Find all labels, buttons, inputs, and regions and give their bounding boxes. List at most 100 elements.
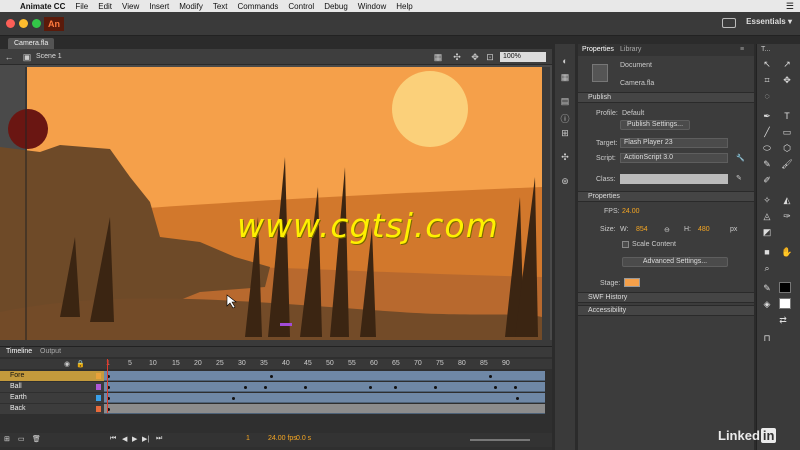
section-properties[interactable]: Properties <box>578 191 754 202</box>
snap-magnet-icon[interactable]: ⊓ <box>761 332 773 344</box>
layer-eye-icon[interactable]: ◉ <box>64 360 70 368</box>
script-select[interactable]: ActionScript 3.0 <box>620 153 728 163</box>
menu-app-name[interactable]: Animate CC <box>20 2 65 11</box>
menu-edit[interactable]: Edit <box>98 2 112 11</box>
paint-bucket-icon[interactable]: ◭ <box>781 194 793 206</box>
menu-commands[interactable]: Commands <box>237 2 278 11</box>
layer-earth[interactable]: Earth <box>0 393 104 403</box>
height-value[interactable]: 480 <box>698 226 710 233</box>
keyframe[interactable] <box>244 386 247 389</box>
play-icon[interactable]: ▶ <box>132 435 137 443</box>
close-window-button[interactable] <box>6 19 15 28</box>
zoom-tool-icon[interactable]: ⌕ <box>761 262 773 274</box>
scene-label[interactable]: Scene 1 <box>36 53 62 60</box>
layer-color-back[interactable] <box>96 406 101 412</box>
layer-frames-fore[interactable] <box>104 371 545 381</box>
stage[interactable] <box>0 67 542 340</box>
eyedropper-icon[interactable]: ✑ <box>781 210 793 222</box>
layer-lock-icon[interactable]: 🔒 <box>76 360 85 368</box>
fill-color-swatch[interactable] <box>779 298 791 309</box>
keyframe[interactable] <box>434 386 437 389</box>
transform-icon[interactable]: ✣ <box>559 152 571 162</box>
first-frame-icon[interactable]: ⏮ <box>110 435 116 443</box>
pen-tool-icon[interactable]: ✒ <box>761 110 773 122</box>
bone-tool-icon[interactable]: ✧ <box>761 194 773 206</box>
step-back-icon[interactable]: ◀ <box>122 435 127 443</box>
publish-settings-button[interactable]: Publish Settings... <box>620 120 690 130</box>
motion-presets-icon[interactable]: ⊛ <box>559 176 571 186</box>
camera-tool-icon[interactable]: ■ <box>761 246 773 258</box>
fit-stage-icon[interactable]: ⊡ <box>485 52 495 62</box>
new-layer-icon[interactable]: ⊞ <box>4 435 10 443</box>
target-select[interactable]: Flash Player 23 <box>620 138 728 148</box>
maximize-window-button[interactable] <box>32 19 41 28</box>
keyframe[interactable] <box>394 386 397 389</box>
layer-color-ball[interactable] <box>96 384 101 390</box>
edit-symbols-icon[interactable]: ✥ <box>470 52 480 62</box>
line-tool-icon[interactable]: ╱ <box>761 126 773 138</box>
menu-insert[interactable]: Insert <box>149 2 169 11</box>
tab-output[interactable]: Output <box>40 348 61 355</box>
fill-color-icon[interactable]: ◈ <box>761 298 773 310</box>
layer-frames-ball[interactable] <box>104 382 545 392</box>
keyframe[interactable] <box>494 386 497 389</box>
menu-control[interactable]: Control <box>288 2 314 11</box>
menu-window[interactable]: Window <box>358 2 386 11</box>
tab-library[interactable]: Library <box>620 46 641 53</box>
edit-scene-icon[interactable]: ✣ <box>452 52 462 62</box>
layer-ball[interactable]: Ball <box>0 382 104 392</box>
section-accessibility[interactable]: Accessibility <box>578 305 754 316</box>
document-tab[interactable]: Camera.fla <box>8 38 54 49</box>
section-publish[interactable]: Publish <box>578 92 754 103</box>
workspace-switcher[interactable]: Essentials ▾ <box>746 17 792 26</box>
step-forward-icon[interactable]: ▶| <box>142 435 149 443</box>
sync-settings-icon[interactable] <box>722 18 736 28</box>
menu-modify[interactable]: Modify <box>179 2 203 11</box>
menu-view[interactable]: View <box>122 2 139 11</box>
link-icon[interactable]: ⊖ <box>664 226 670 234</box>
frame-ruler[interactable]: ◉ 🔒 1 5 10 15 20 25 30 35 40 45 50 55 60… <box>0 359 552 369</box>
delete-layer-icon[interactable]: 🗑 <box>32 435 41 443</box>
time-readout[interactable]: 0.0 s <box>296 435 311 442</box>
text-tool-icon[interactable]: T <box>781 110 793 122</box>
keyframe[interactable] <box>232 397 235 400</box>
swap-colors-icon[interactable]: ⇄ <box>777 314 789 326</box>
minimize-window-button[interactable] <box>19 19 28 28</box>
width-value[interactable]: 854 <box>636 226 648 233</box>
oval-tool-icon[interactable]: ⬭ <box>761 142 773 154</box>
layer-frames-back[interactable] <box>104 404 545 414</box>
keyframe[interactable] <box>489 375 492 378</box>
library-icon[interactable]: ▤ <box>559 96 571 106</box>
playhead[interactable] <box>107 359 108 413</box>
pencil-icon[interactable]: ✎ <box>736 174 742 182</box>
keyframe[interactable] <box>516 397 519 400</box>
align-icon[interactable]: ⊞ <box>559 128 571 138</box>
advanced-settings-button[interactable]: Advanced Settings... <box>622 257 728 267</box>
layer-color-earth[interactable] <box>96 395 101 401</box>
color-panel-icon[interactable]: ◐ <box>559 56 571 66</box>
camera-icon[interactable]: ▦ <box>433 52 443 62</box>
scale-content-checkbox[interactable] <box>622 241 629 248</box>
paint-brush-icon[interactable]: 🖌 <box>781 158 793 170</box>
fps-value[interactable]: 24.00 <box>622 208 640 215</box>
wrench-icon[interactable]: 🔧 <box>736 154 745 162</box>
free-transform-icon[interactable]: ⌗ <box>761 74 773 86</box>
eraser-icon[interactable]: ◩ <box>761 226 773 238</box>
keyframe[interactable] <box>369 386 372 389</box>
current-frame[interactable]: 1 <box>246 435 250 442</box>
lasso-tool-icon[interactable]: ◌ <box>761 90 773 102</box>
layer-color-fore[interactable] <box>96 373 101 379</box>
subselection-tool-icon[interactable]: ↗ <box>781 58 793 70</box>
layer-back[interactable]: Back <box>0 404 104 414</box>
menu-help[interactable]: Help <box>396 2 412 11</box>
last-frame-icon[interactable]: ⏭ <box>156 435 162 443</box>
menu-debug[interactable]: Debug <box>324 2 348 11</box>
polystar-tool-icon[interactable]: ⬡ <box>781 142 793 154</box>
hand-tool-icon[interactable]: ✋ <box>781 246 793 258</box>
pencil-tool-icon[interactable]: ✎ <box>761 158 773 170</box>
vertical-scrollbar[interactable] <box>542 67 550 340</box>
layer-fore[interactable]: Fore <box>0 371 104 381</box>
back-arrow-icon[interactable]: ← <box>4 52 14 62</box>
frame-zoom-slider[interactable] <box>470 439 530 441</box>
brush-tool-icon[interactable]: ✐ <box>761 174 773 186</box>
